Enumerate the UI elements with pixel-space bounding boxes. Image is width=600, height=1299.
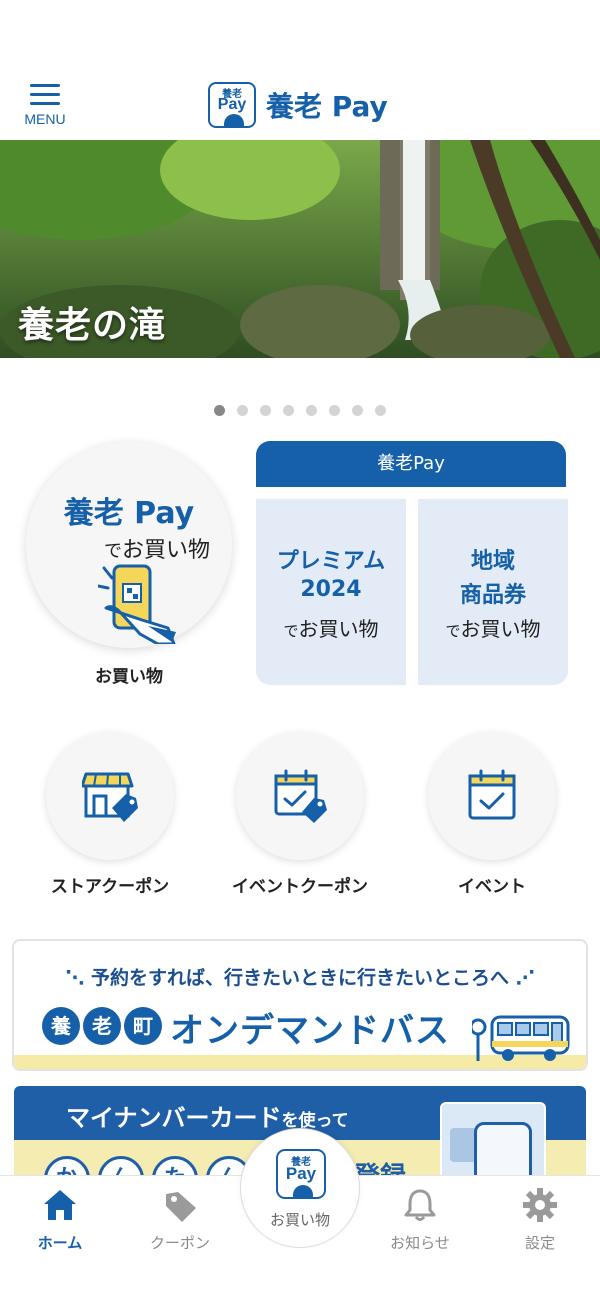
carousel-dot[interactable] — [306, 405, 317, 416]
yoro-pay-card-header: 養老Pay — [256, 441, 566, 487]
bus-icon — [472, 1015, 570, 1061]
nav-coupon-label: クーポン — [149, 1234, 210, 1252]
carousel-dot[interactable] — [375, 405, 386, 416]
tag-icon — [166, 1192, 196, 1222]
shopping-title: 養老 Pay — [63, 496, 195, 531]
bus-banner-subtitle: ⋱ 予約をすれば、行きたいときに行きたいところへ ⋰ — [65, 967, 535, 989]
town-char: 町 — [124, 1007, 162, 1045]
tile-line3: でお買い物 — [445, 617, 541, 641]
yoro-pay-logo-icon: 養老 Pay — [208, 82, 256, 128]
app-title: 養老 Pay — [266, 90, 388, 123]
shopping-subtitle: でお買い物 — [104, 538, 211, 563]
logo-badge-pay: Pay — [217, 96, 247, 113]
nav-home[interactable]: ホーム — [0, 1188, 120, 1253]
menu-label: MENU — [24, 111, 66, 127]
premium-2024-shopping-button[interactable]: プレミアム 2024 でお買い物 — [256, 499, 406, 685]
center-badge-pay: Pay — [285, 1164, 317, 1183]
nav-home-label: ホーム — [37, 1234, 83, 1252]
nav-center-label: お買い物 — [269, 1211, 330, 1229]
store-coupon-icon — [82, 772, 138, 822]
nav-notice[interactable]: お知らせ — [360, 1188, 480, 1253]
hamburger-icon — [20, 84, 70, 105]
carousel-dot[interactable] — [329, 405, 340, 416]
carousel-dot[interactable] — [260, 405, 271, 416]
event-label: イベント — [458, 877, 526, 897]
yoro-pay-logo-icon: 養老 Pay — [276, 1149, 326, 1199]
event-coupon-label: イベントクーポン — [232, 877, 368, 897]
nav-settings[interactable]: 設定 — [480, 1188, 600, 1253]
bus-banner-title: オンデマンドバス — [170, 1011, 450, 1051]
nav-coupon[interactable]: クーポン — [120, 1188, 240, 1253]
hero-banner[interactable]: 養老の滝 — [0, 140, 600, 358]
event-coupon-button[interactable] — [236, 732, 364, 860]
tile-line2: 2024 — [300, 577, 362, 602]
town-char: 老 — [83, 1007, 121, 1045]
bell-icon — [404, 1189, 436, 1221]
carousel-dot[interactable] — [283, 405, 294, 416]
banner-title: 養老の滝 — [18, 304, 167, 346]
event-coupon-icon — [274, 769, 327, 823]
on-demand-bus-banner[interactable]: ⋱ 予約をすれば、行きたいときに行きたいところへ ⋰ 養 老 町 オンデマンドバ… — [12, 939, 588, 1071]
phone-payment-icon — [98, 564, 176, 644]
tile-line2: 商品券 — [459, 583, 526, 608]
town-name-badges: 養 老 町 — [42, 1007, 165, 1045]
store-coupon-button[interactable] — [46, 732, 174, 860]
app-logo: 養老 Pay 養老 Pay — [208, 82, 388, 128]
shopping-label: お買い物 — [95, 667, 163, 687]
menu-button[interactable]: MENU — [20, 84, 70, 134]
nav-notice-label: お知らせ — [390, 1234, 450, 1252]
carousel-dot[interactable] — [352, 405, 363, 416]
tile-line1: 地域 — [470, 549, 515, 574]
carousel-indicator[interactable] — [0, 401, 600, 420]
pay-shopping-button[interactable]: 養老 Pay でお買い物 — [26, 442, 232, 648]
gear-icon — [523, 1188, 557, 1222]
event-button[interactable] — [428, 732, 556, 860]
town-char: 養 — [42, 1007, 80, 1045]
nav-center-shopping-button[interactable]: 養老 Pay お買い物 — [240, 1128, 360, 1248]
carousel-dot[interactable] — [237, 405, 248, 416]
app-header: MENU 養老 Pay 養老 Pay — [0, 0, 600, 140]
tile-line1: プレミアム — [276, 549, 386, 574]
carousel-dot[interactable] — [214, 405, 225, 416]
calendar-check-icon — [468, 769, 516, 820]
mascot-icon — [293, 1185, 313, 1197]
tile-line3: でお買い物 — [283, 617, 379, 641]
mascot-icon — [224, 114, 244, 126]
home-icon — [44, 1190, 76, 1220]
store-coupon-label: ストアクーポン — [50, 877, 170, 897]
regional-voucher-shopping-button[interactable]: 地域 商品券 でお買い物 — [418, 499, 568, 685]
nav-settings-label: 設定 — [524, 1234, 555, 1252]
